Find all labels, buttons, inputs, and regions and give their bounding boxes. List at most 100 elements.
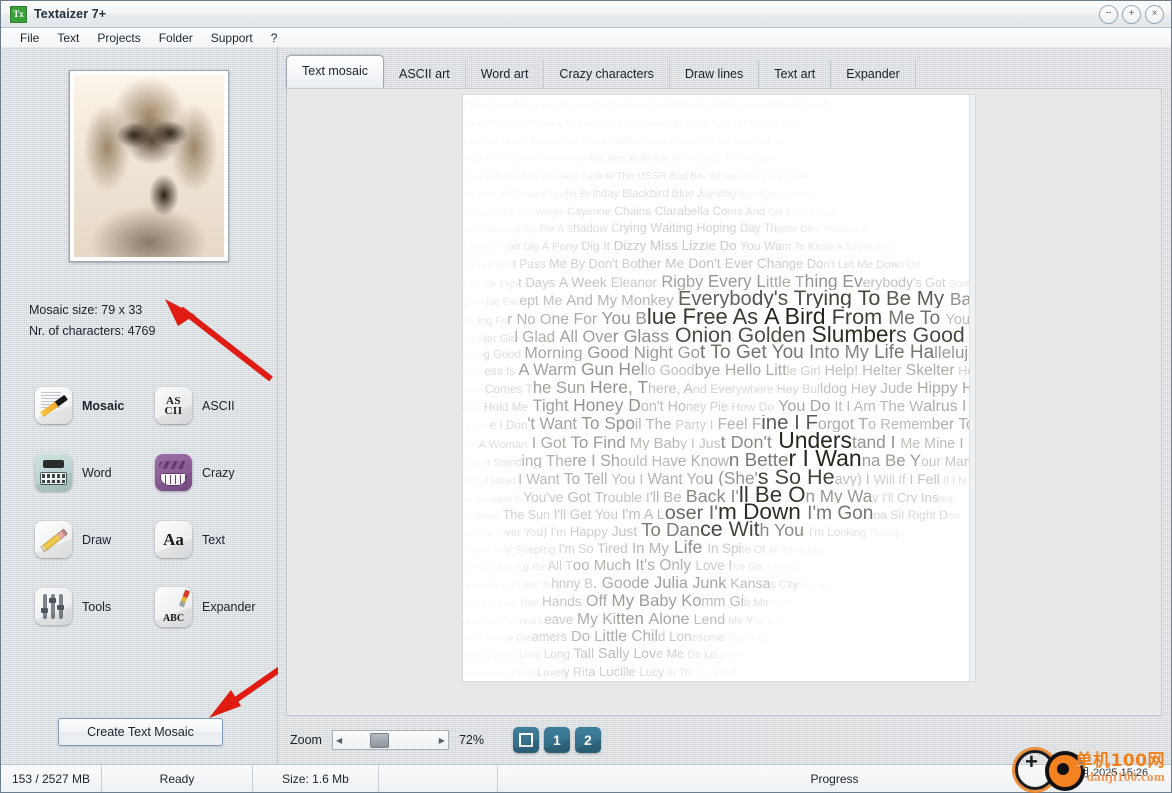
menu-item-folder[interactable]: Folder xyxy=(150,31,202,45)
mosaic-scrollbar[interactable] xyxy=(969,95,975,681)
mosaic-text-run: il The xyxy=(634,415,676,433)
minimize-icon[interactable]: − xyxy=(1099,5,1118,24)
mosaic-text-run: . Good xyxy=(593,575,641,592)
create-text-mosaic-button[interactable]: Create Text Mosaic xyxy=(58,718,223,746)
mosaic-text-run: You Do xyxy=(774,396,831,415)
mosaic-text-run: amers xyxy=(531,629,567,644)
mosaic-text-run: eave xyxy=(544,611,577,627)
mosaic-text-run: Mado xyxy=(497,616,520,626)
mosaic-text-run: ldog He xyxy=(820,381,869,397)
mosaic-text-run: eping xyxy=(528,543,559,556)
typewriter-icon xyxy=(35,454,72,491)
mosaic-text-run: hday Bl xyxy=(594,187,632,200)
mosaic-text-run: Eyes xyxy=(463,651,477,661)
mosaic-text-run: ille xyxy=(620,664,640,679)
mosaic-text-run: t Days xyxy=(518,274,559,290)
menu-bar: File Text Projects Folder Support ? xyxy=(1,28,1171,48)
mosaic-text-run: ine I F xyxy=(761,414,818,433)
fit-to-window-button[interactable] xyxy=(512,727,539,753)
menu-item-text[interactable]: Text xyxy=(48,31,88,45)
mosaic-line: y Here Comes The Sun Here, There, And Ev… xyxy=(463,379,975,397)
mode-label-draw: Draw xyxy=(82,532,112,547)
mosaic-text-run: Be My xyxy=(880,290,950,308)
tab-crazy-characters[interactable]: Crazy characters xyxy=(544,61,670,88)
mosaic-text-run: 's In B xyxy=(539,172,562,181)
mosaic-text-run: You Wa xyxy=(736,239,782,253)
mode-button-tools[interactable]: Tools xyxy=(35,573,155,640)
slider-left-arrow-icon[interactable]: ◀ xyxy=(333,736,345,745)
mosaic-text-run: here, A xyxy=(648,381,694,397)
mode-button-word[interactable]: Word xyxy=(35,439,155,506)
tab-ascii-art[interactable]: ASCII art xyxy=(384,61,466,88)
mosaic-text-run: g Good xyxy=(483,348,525,361)
mode-button-expander[interactable]: ABC Expander xyxy=(155,573,265,640)
mosaic-text-run: an Baby xyxy=(510,172,540,181)
mosaic-text-run: Me Y xyxy=(725,614,754,627)
mode-button-text[interactable]: Aa Text xyxy=(155,506,265,573)
preview-canvas[interactable]: 12 Bar Original A Beginning A Day In The… xyxy=(286,88,1162,716)
mosaic-text-run: Dizzy xyxy=(610,238,650,253)
menu-item-projects[interactable]: Projects xyxy=(88,31,149,45)
mosaic-text-run: Honey D xyxy=(573,396,641,415)
mosaic-text-run: I'm So xyxy=(558,541,594,556)
mosaic-text-run: eling xyxy=(782,562,800,572)
mosaic-text-run: n Dri xyxy=(898,259,920,271)
menu-item-support[interactable]: Support xyxy=(202,31,262,45)
tab-draw-lines[interactable]: Draw lines xyxy=(670,61,760,88)
source-image-thumbnail[interactable] xyxy=(69,70,229,262)
mosaic-text-run: Love An xyxy=(640,135,671,146)
mode-label-crazy: Crazy xyxy=(202,465,235,480)
mode-button-mosaic[interactable]: Mosaic xyxy=(35,372,155,439)
tab-word-art[interactable]: Word art xyxy=(466,61,545,88)
mosaic-text-run: e Sky xyxy=(690,669,711,678)
mosaic-text-run: Me Dow xyxy=(853,258,899,271)
text-mosaic-preview[interactable]: 12 Bar Original A Beginning A Day In The… xyxy=(463,95,975,681)
mosaic-text-run: A Shot xyxy=(689,101,717,110)
mosaic-text-run: er Girl xyxy=(563,153,586,164)
mosaic-text-run: Long xyxy=(496,651,517,661)
mosaic-text-run: ove Car xyxy=(463,207,488,217)
mosaic-text-run: y Rit xyxy=(563,665,589,679)
mode-button-ascii[interactable]: AS CII ASCII xyxy=(155,372,265,439)
mosaic-text-run: h It's xyxy=(622,556,656,574)
tab-text-art[interactable]: Text art xyxy=(759,61,832,88)
mosaic-text-run: hadow C xyxy=(573,222,620,236)
mosaic-text-run: Lend xyxy=(689,611,726,628)
menu-item-help[interactable]: ? xyxy=(262,31,287,45)
mosaic-text-run: Feel F xyxy=(713,415,762,433)
mode-button-crazy[interactable]: Crazy xyxy=(155,439,265,506)
mosaic-text-run: My Ki xyxy=(576,610,617,628)
zoom-slider[interactable]: ◀ ▶ xyxy=(331,730,449,750)
maximize-icon[interactable]: + xyxy=(1122,5,1141,24)
mosaic-line: Saw Her Standing There I Should Have Kno… xyxy=(463,450,975,468)
tab-text-mosaic[interactable]: Text mosaic xyxy=(286,55,384,88)
window-controls: − + × xyxy=(1099,5,1164,24)
mosaic-text-run: ite Bes xyxy=(505,189,531,199)
mode-button-draw[interactable]: Draw xyxy=(35,506,155,573)
mosaic-text-run: n My Wa xyxy=(805,486,873,504)
mosaic-text-run: And My xyxy=(566,292,622,308)
mosaic-text-run: Right D xyxy=(907,508,948,521)
slider-right-arrow-icon[interactable]: ▶ xyxy=(436,736,448,745)
status-progress: Progress xyxy=(810,771,859,786)
mosaic-text-run: pper De xyxy=(776,224,814,236)
menu-item-file[interactable]: File xyxy=(11,31,48,45)
zoom-preset-2-button[interactable]: 2 xyxy=(574,727,601,753)
mosaic-text-run: Golden xyxy=(737,325,812,344)
mosaic-text-run: Want Yo xyxy=(647,470,704,486)
mosaic-text-run: n And xyxy=(463,529,480,538)
mosaic-text-run: he USSR xyxy=(622,170,667,182)
mosaic-text-run: ues A Ta xyxy=(779,101,810,110)
mosaic-text-run: n't Buy xyxy=(771,189,796,199)
mosaic-text-run: ee As xyxy=(703,308,765,326)
mosaic-text-run: s All T xyxy=(513,136,535,146)
mosaic-text-run: ing The xyxy=(521,453,573,468)
mosaic-text-run: I'll G xyxy=(550,507,581,521)
close-icon[interactable]: × xyxy=(1145,5,1164,24)
zoom-slider-handle[interactable] xyxy=(369,733,389,748)
tab-expander[interactable]: Expander xyxy=(831,61,916,88)
mosaic-text-run: Lucy xyxy=(639,665,668,679)
mosaic-text-run: My xyxy=(758,633,770,643)
mosaic-text-run: To Dan xyxy=(641,521,701,539)
zoom-preset-1-button[interactable]: 1 xyxy=(543,727,570,753)
